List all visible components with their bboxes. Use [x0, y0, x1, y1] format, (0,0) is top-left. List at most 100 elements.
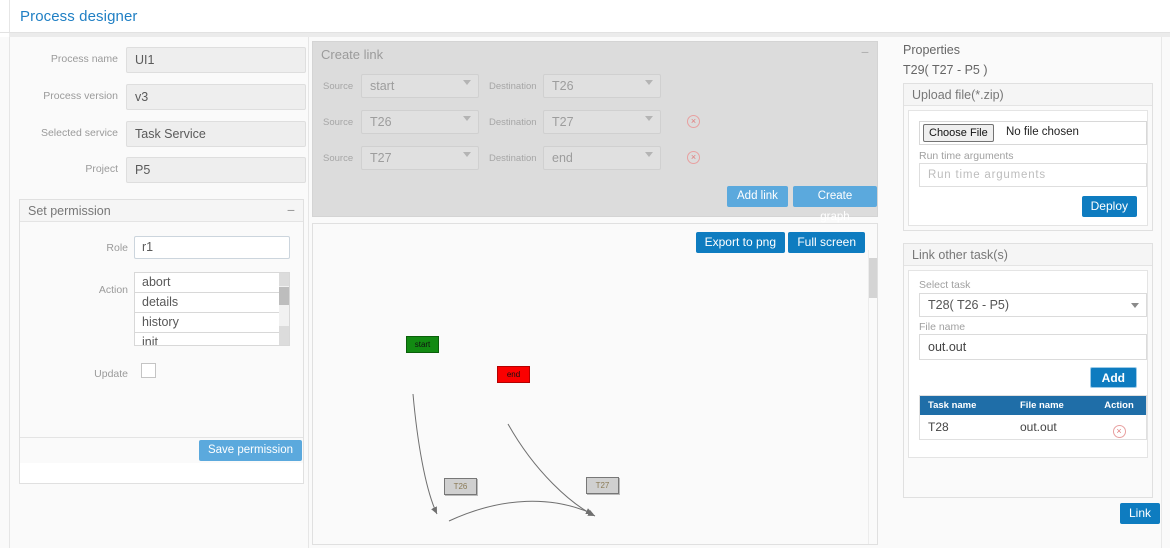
field-process-version: Process version v3: [10, 84, 310, 110]
link-other-tasks-title: Link other task(s): [912, 248, 1008, 262]
create-link-title: Create link: [321, 47, 384, 62]
table-header-row: Task name File name Action: [920, 396, 1146, 415]
properties-title: Properties: [903, 43, 960, 57]
scrollbar-track-top: [279, 273, 289, 286]
role-label: Role: [106, 242, 128, 254]
action-option[interactable]: details: [135, 293, 281, 313]
chevron-down-icon: [645, 152, 653, 157]
link-inner-card: Select task T28( T26 - P5) File name out…: [908, 270, 1148, 458]
add-button[interactable]: Add: [1089, 367, 1137, 388]
selected-service-input[interactable]: Task Service: [126, 121, 306, 147]
field-label: Process name: [50, 53, 118, 65]
chevron-down-icon: [463, 152, 471, 157]
file-name-input[interactable]: out.out: [919, 334, 1147, 360]
runtime-arguments-label: Run time arguments: [919, 150, 1014, 162]
process-name-input[interactable]: UI1: [126, 47, 306, 73]
table-row: T28 out.out ×: [920, 415, 1146, 439]
destination-select-0[interactable]: T26: [543, 74, 661, 98]
graph-node-t26[interactable]: T26: [444, 478, 477, 495]
destination-label: Destination: [489, 153, 537, 164]
file-input-field[interactable]: Choose File No file chosen: [919, 121, 1147, 145]
chevron-down-icon: [1131, 303, 1139, 308]
field-selected-service: Selected service Task Service: [10, 121, 310, 147]
column-header-action: Action: [1104, 400, 1134, 411]
chevron-down-icon: [645, 116, 653, 121]
chevron-down-icon: [645, 80, 653, 85]
choose-file-button[interactable]: Choose File: [923, 124, 994, 142]
destination-select-2[interactable]: end: [543, 146, 661, 170]
graph-node-t27[interactable]: T27: [586, 477, 619, 494]
app-header: Process designer: [0, 0, 1170, 33]
linked-tasks-table: Task name File name Action T28 out.out ×: [919, 395, 1147, 440]
link-other-tasks-panel: Link other task(s) Select task T28( T26 …: [903, 243, 1153, 498]
source-select-0[interactable]: start: [361, 74, 479, 98]
no-file-chosen-text: No file chosen: [1006, 126, 1079, 138]
cell-action: ×: [1092, 415, 1146, 439]
select-task-value: T28( T26 - P5): [928, 298, 1010, 312]
scrollbar-thumb[interactable]: [279, 287, 289, 305]
upload-file-body: Choose File No file chosen Run time argu…: [904, 106, 1152, 230]
set-permission-header: Set permission −: [20, 200, 303, 222]
action-option[interactable]: init: [135, 333, 281, 345]
role-input[interactable]: r1: [134, 236, 290, 259]
upload-file-panel: Upload file(*.zip) Choose File No file c…: [903, 83, 1153, 231]
select-task-label: Select task: [919, 279, 971, 291]
action-listbox[interactable]: abort details history init: [134, 272, 290, 346]
create-graph-button[interactable]: Create graph: [793, 186, 877, 223]
set-permission-footer: Save permission: [20, 437, 303, 463]
source-label: Source: [323, 117, 354, 128]
create-link-header: Create link −: [313, 42, 877, 66]
scrollbar-thumb[interactable]: [869, 258, 877, 298]
save-permission-button[interactable]: Save permission: [198, 440, 302, 461]
column-header-file-name: File name: [1020, 400, 1064, 411]
scrollbar-track-bottom: [279, 326, 289, 345]
source-select-2[interactable]: T27: [361, 146, 479, 170]
graph-node-start[interactable]: start: [406, 336, 439, 353]
field-project: Project P5: [10, 157, 310, 183]
action-label: Action: [98, 284, 128, 296]
chevron-down-icon: [463, 80, 471, 85]
destination-value: T26: [552, 79, 574, 93]
source-label: Source: [323, 153, 354, 164]
graph-canvas-panel[interactable]: Export to png Full screen start end T26 …: [312, 223, 878, 545]
source-value: T27: [370, 151, 392, 165]
update-label: Update: [94, 368, 128, 380]
process-version-input[interactable]: v3: [126, 84, 306, 110]
upload-inner-card: Choose File No file chosen Run time argu…: [908, 110, 1148, 226]
link-other-tasks-header: Link other task(s): [904, 244, 1152, 266]
page-title: Process designer: [20, 8, 138, 25]
collapse-icon[interactable]: −: [861, 44, 869, 60]
destination-select-1[interactable]: T27: [543, 110, 661, 134]
graph-scrollbar[interactable]: [868, 250, 877, 544]
upload-file-title: Upload file(*.zip): [912, 88, 1004, 102]
deploy-button[interactable]: Deploy: [1081, 196, 1137, 217]
project-input[interactable]: P5: [126, 157, 306, 183]
action-option[interactable]: history: [135, 313, 281, 333]
upload-file-header: Upload file(*.zip): [904, 84, 1152, 106]
file-name-label: File name: [919, 321, 966, 333]
delete-row-icon[interactable]: ×: [1112, 425, 1126, 438]
source-value: T26: [370, 115, 392, 129]
collapse-icon[interactable]: −: [287, 202, 295, 218]
add-link-button[interactable]: Add link: [727, 186, 788, 207]
select-task-dropdown[interactable]: T28( T26 - P5): [919, 293, 1147, 317]
link-button[interactable]: Link: [1119, 503, 1160, 524]
runtime-arguments-input[interactable]: [919, 163, 1147, 187]
cell-task-name: T28: [928, 420, 949, 434]
action-list-scrollbar[interactable]: [279, 273, 289, 345]
column-header-task-name: Task name: [928, 400, 977, 411]
source-label: Source: [323, 81, 354, 92]
update-checkbox[interactable]: [141, 363, 156, 378]
page-body: Process name UI1 Process version v3 Sele…: [0, 37, 1170, 548]
app-header-inner: Process designer: [9, 0, 1170, 32]
delete-link-icon[interactable]: ×: [687, 115, 700, 128]
middle-column: Create link − Source start Destination T…: [310, 37, 880, 548]
graph-node-end[interactable]: end: [497, 366, 530, 383]
source-value: start: [370, 79, 395, 93]
delete-link-icon[interactable]: ×: [687, 151, 700, 164]
source-select-1[interactable]: T26: [361, 110, 479, 134]
graph-edges: [412, 393, 596, 522]
right-divider: [1161, 37, 1162, 548]
link-other-tasks-body: Select task T28( T26 - P5) File name out…: [904, 266, 1152, 497]
action-option[interactable]: abort: [135, 273, 281, 293]
